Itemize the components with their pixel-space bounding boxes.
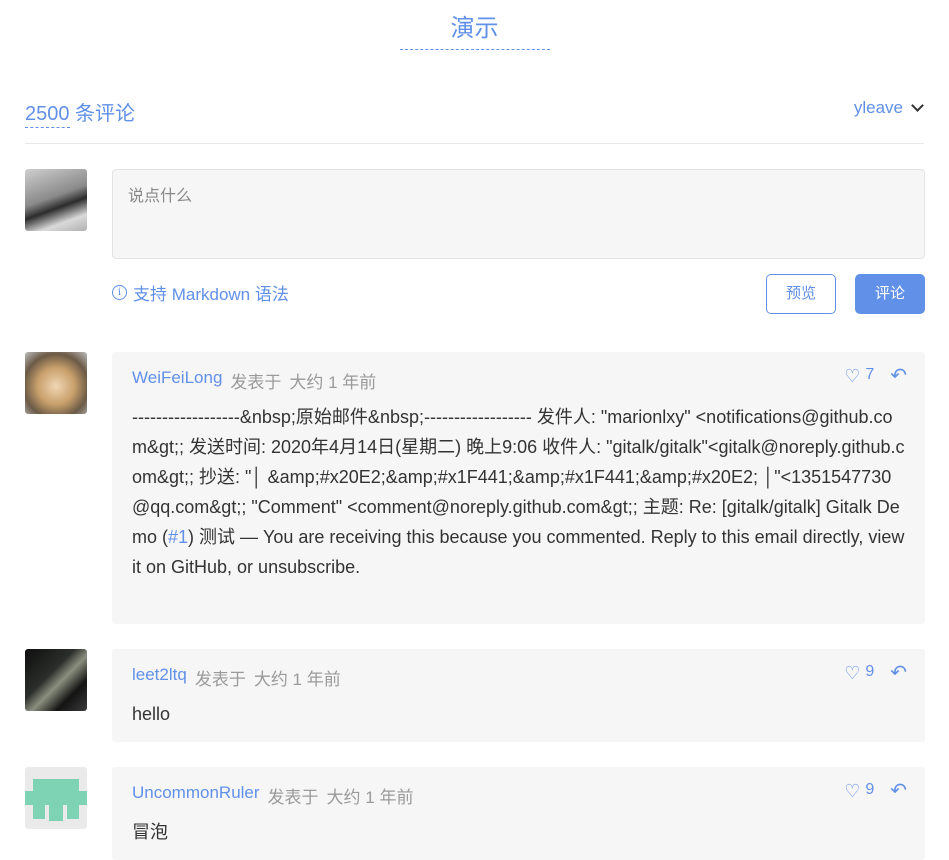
chevron-down-icon[interactable] — [911, 99, 924, 112]
page-title: 演示 — [399, 8, 550, 50]
comment-input[interactable] — [113, 170, 924, 258]
avatar[interactable] — [25, 767, 87, 829]
comment-item: leet2ltq 发表于 大约 1 年前 ♡ 9 ↶ hello — [112, 649, 925, 742]
comment-time: 大约 1 年前 — [253, 670, 341, 689]
markdown-tip[interactable]: i 支持 Markdown 语法 — [112, 280, 289, 305]
issue-link[interactable]: #1 — [168, 527, 188, 547]
comment-item: WeiFeiLong 发表于 大约 1 年前 ♡ 7 ↶ -----------… — [112, 352, 925, 624]
comment-text: ------------------&nbsp;原始邮件&nbsp;------… — [132, 407, 905, 547]
comment-body: hello — [132, 704, 171, 724]
reply-icon[interactable]: ↶ — [890, 663, 907, 683]
comment-editor[interactable] — [112, 169, 925, 259]
comment-time: 大约 1 年前 — [289, 373, 377, 392]
comment-count-number[interactable]: 2500 — [25, 103, 70, 128]
comment-header: UncommonRuler 发表于 大约 1 年前 — [132, 783, 413, 808]
avatar[interactable] — [25, 352, 87, 414]
like-button[interactable]: ♡ 7 — [844, 366, 874, 386]
user-name[interactable]: yleave — [854, 98, 903, 118]
comment-body: ------------------&nbsp;原始邮件&nbsp;------… — [132, 402, 907, 582]
comments-meta-bar: 2500 条评论 yleave — [25, 92, 924, 144]
like-count: 9 — [865, 663, 875, 680]
comment-text-tail: ) 测试 — You are receiving this because yo… — [132, 527, 905, 577]
comment-posted-label: 发表于 — [194, 670, 246, 689]
heart-icon[interactable]: ♡ — [844, 781, 860, 801]
heart-icon[interactable]: ♡ — [844, 366, 860, 386]
reply-icon[interactable]: ↶ — [890, 366, 907, 386]
comment-actions: ♡ 7 ↶ — [844, 366, 907, 386]
comment-actions: ♡ 9 ↶ — [844, 663, 907, 683]
heart-icon[interactable]: ♡ — [844, 663, 860, 683]
comment-actions: ♡ 9 ↶ — [844, 781, 907, 801]
comment-count: 2500 条评论 — [25, 97, 136, 128]
preview-button[interactable]: 预览 — [766, 274, 836, 314]
comment-posted-label: 发表于 — [230, 373, 282, 392]
comment-author[interactable]: WeiFeiLong — [132, 368, 222, 393]
comment-posted-label: 发表于 — [267, 788, 319, 807]
comment-header: WeiFeiLong 发表于 大约 1 年前 — [132, 368, 376, 393]
comment-header: leet2ltq 发表于 大约 1 年前 — [132, 665, 341, 690]
comment-count-suffix: 条评论 — [69, 103, 136, 125]
avatar[interactable] — [25, 649, 87, 711]
like-button[interactable]: ♡ 9 — [844, 781, 874, 801]
info-icon: i — [112, 285, 127, 300]
markdown-tip-label[interactable]: 支持 Markdown 语法 — [133, 280, 289, 305]
comment-author[interactable]: leet2ltq — [132, 665, 187, 690]
page-title-wrap: 演示 — [0, 8, 949, 50]
comment-body: 冒泡 — [132, 822, 168, 842]
comment-time: 大约 1 年前 — [326, 788, 414, 807]
like-count: 9 — [865, 781, 875, 798]
reply-icon[interactable]: ↶ — [890, 781, 907, 801]
submit-comment-button[interactable]: 评论 — [855, 274, 925, 314]
user-menu[interactable]: yleave — [854, 98, 924, 118]
like-count: 7 — [865, 366, 875, 383]
comment-item: UncommonRuler 发表于 大约 1 年前 ♡ 9 ↶ 冒泡 — [112, 767, 925, 860]
like-button[interactable]: ♡ 9 — [844, 663, 874, 683]
comment-author[interactable]: UncommonRuler — [132, 783, 260, 808]
current-user-avatar — [25, 169, 87, 231]
